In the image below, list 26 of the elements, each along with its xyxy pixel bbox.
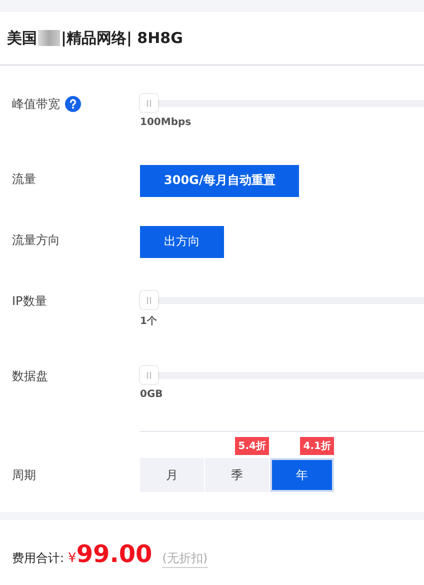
field-label: 流量方向 xyxy=(12,232,60,249)
option-button[interactable]: 300G/每月自动重置 xyxy=(140,164,300,196)
discount-badge: 5.4折 xyxy=(235,437,269,455)
slider-thumb[interactable] xyxy=(140,94,158,112)
product-title: 美国 |精品网络| 8H8G xyxy=(0,12,424,66)
field-label: IP数量 xyxy=(12,293,47,310)
slider-value: 1个 xyxy=(140,314,158,328)
slider-thumb[interactable] xyxy=(140,366,158,384)
discount-badge: 4.1折 xyxy=(300,437,334,455)
period-tab[interactable]: 季 xyxy=(205,458,269,492)
option-button[interactable]: 出方向 xyxy=(140,226,224,258)
period-tab[interactable]: 月 xyxy=(140,458,204,492)
currency-symbol: ¥ xyxy=(68,551,76,566)
field-label: 流量 xyxy=(12,171,36,188)
field-label: 数据盘 xyxy=(12,368,48,385)
slider-thumb[interactable] xyxy=(140,291,158,309)
period-tab[interactable]: 年 xyxy=(270,458,334,492)
discount-note: (无折扣) xyxy=(162,550,208,568)
slider-value: 0GB xyxy=(140,389,164,400)
slider-value: 100Mbps xyxy=(140,117,192,128)
total-label: 费用合计: xyxy=(12,550,64,567)
field-label: 周期 xyxy=(12,467,36,484)
field-label: 峰值带宽 xyxy=(12,96,60,113)
blurred-text xyxy=(38,30,60,46)
help-icon[interactable] xyxy=(65,96,81,112)
total-price: 99.00 xyxy=(76,540,152,568)
